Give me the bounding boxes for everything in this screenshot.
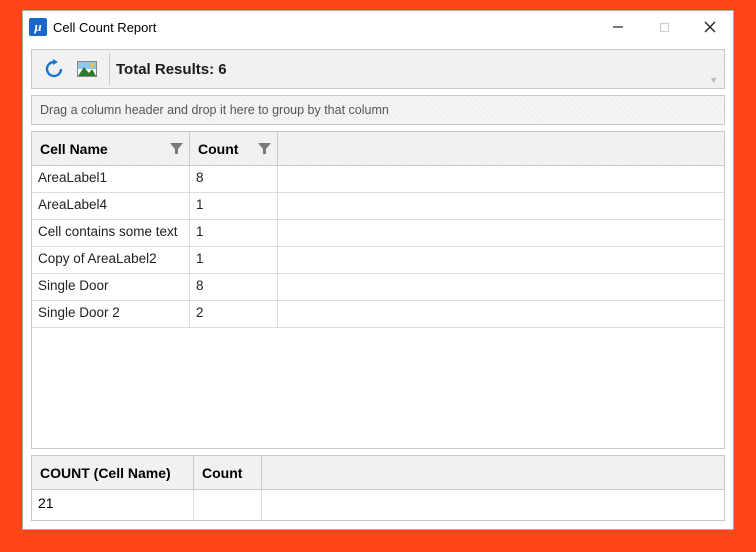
cell-count: 2 bbox=[190, 301, 278, 327]
group-by-drop-area[interactable]: Drag a column header and drop it here to… bbox=[31, 95, 725, 125]
table-row[interactable]: Single Door8 bbox=[32, 274, 724, 301]
table-row[interactable]: AreaLabel18 bbox=[32, 166, 724, 193]
table-row[interactable]: AreaLabel41 bbox=[32, 193, 724, 220]
close-button[interactable] bbox=[687, 11, 733, 43]
toolbar-overflow-icon[interactable]: ▼ bbox=[709, 75, 718, 85]
toolbar-separator bbox=[109, 53, 110, 85]
cell-count: 1 bbox=[190, 193, 278, 219]
total-results-label: Total Results: 6 bbox=[116, 61, 227, 78]
toolbar: Total Results: 6 ▼ bbox=[31, 49, 725, 89]
cell-count: 8 bbox=[190, 166, 278, 192]
minimize-button[interactable] bbox=[595, 11, 641, 43]
cell-count: 1 bbox=[190, 247, 278, 273]
app-icon: µ bbox=[29, 18, 47, 36]
table-row[interactable]: Single Door 22 bbox=[32, 301, 724, 328]
cell-name: AreaLabel4 bbox=[32, 193, 190, 219]
cell-count: 1 bbox=[190, 220, 278, 246]
image-button[interactable] bbox=[72, 56, 102, 82]
summary-count-cell bbox=[194, 490, 262, 520]
window-title: Cell Count Report bbox=[53, 20, 595, 35]
maximize-button[interactable] bbox=[641, 11, 687, 43]
data-grid: Cell Name Count AreaLabel18AreaLabel41Ce… bbox=[31, 131, 725, 449]
summary-value: 21 bbox=[32, 490, 194, 520]
cell-name: Single Door bbox=[32, 274, 190, 300]
cell-name: AreaLabel1 bbox=[32, 166, 190, 192]
table-row[interactable]: Copy of AreaLabel21 bbox=[32, 247, 724, 274]
column-header-count[interactable]: Count bbox=[190, 132, 278, 165]
summary-header-row: COUNT (Cell Name) Count bbox=[32, 456, 724, 490]
grid-body: AreaLabel18AreaLabel41Cell contains some… bbox=[32, 166, 724, 448]
cell-count: 8 bbox=[190, 274, 278, 300]
app-window: µ Cell Count Report bbox=[22, 10, 734, 530]
summary-col-name[interactable]: COUNT (Cell Name) bbox=[32, 456, 194, 489]
grid-header-row: Cell Name Count bbox=[32, 132, 724, 166]
summary-row[interactable]: 21 bbox=[32, 490, 724, 520]
filter-icon[interactable] bbox=[170, 142, 183, 155]
cell-name: Single Door 2 bbox=[32, 301, 190, 327]
summary-grid: COUNT (Cell Name) Count 21 bbox=[31, 455, 725, 521]
filter-icon[interactable] bbox=[258, 142, 271, 155]
titlebar: µ Cell Count Report bbox=[23, 11, 733, 43]
refresh-button[interactable] bbox=[39, 56, 69, 82]
summary-col-count[interactable]: Count bbox=[194, 456, 262, 489]
cell-name: Cell contains some text bbox=[32, 220, 190, 246]
column-header-cell-name[interactable]: Cell Name bbox=[32, 132, 190, 165]
cell-name: Copy of AreaLabel2 bbox=[32, 247, 190, 273]
table-row[interactable]: Cell contains some text1 bbox=[32, 220, 724, 247]
